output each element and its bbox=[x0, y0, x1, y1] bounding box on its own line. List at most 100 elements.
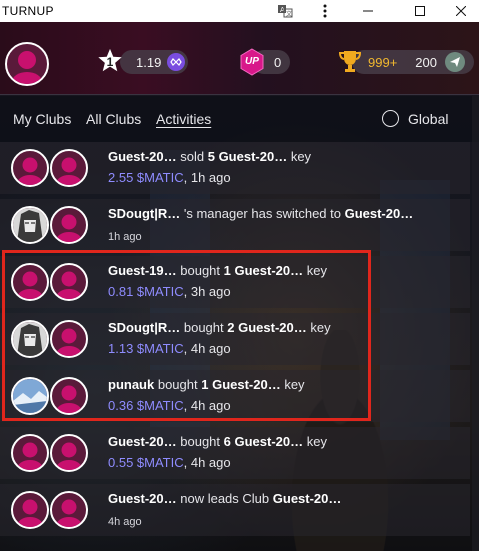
actor-avatar[interactable] bbox=[11, 263, 49, 301]
club-avatar[interactable] bbox=[50, 320, 88, 358]
minimize-icon[interactable] bbox=[345, 0, 391, 22]
actor-avatar[interactable] bbox=[11, 206, 49, 244]
activity-meta: 4h ago bbox=[108, 513, 142, 528]
activity-text: punauk bought 1 Guest-20… key bbox=[108, 377, 305, 392]
target-name[interactable]: Guest-20… bbox=[273, 491, 342, 506]
activity-price: 0.55 $MATIC bbox=[108, 455, 184, 470]
svg-text:文: 文 bbox=[286, 10, 292, 18]
tab-all-clubs[interactable]: All Clubs bbox=[86, 111, 141, 127]
kebab-menu-icon[interactable] bbox=[302, 0, 348, 22]
paper-plane-icon bbox=[445, 52, 465, 72]
activity-meta: 0.55 $MATIC, 4h ago bbox=[108, 455, 231, 470]
polygon-icon bbox=[167, 53, 186, 71]
activity-verb: sold bbox=[176, 149, 208, 164]
global-radio[interactable] bbox=[382, 110, 399, 127]
activity-meta: 2.55 $MATIC, 1h ago bbox=[108, 170, 231, 185]
coin-value: 200 bbox=[415, 54, 437, 70]
tabs-bar: My Clubs All Clubs Activities Global bbox=[0, 96, 479, 142]
activity-suffix: key bbox=[306, 320, 331, 335]
activity-time: , 4h ago bbox=[183, 398, 231, 413]
actor-avatar[interactable] bbox=[11, 320, 49, 358]
activity-suffix: key bbox=[280, 377, 305, 392]
target-name[interactable]: Guest-20… bbox=[345, 206, 414, 221]
level-star-icon: 1 bbox=[96, 47, 124, 75]
scrollbar[interactable] bbox=[472, 96, 479, 551]
activity-price: 0.81 $MATIC bbox=[108, 284, 184, 299]
activity-quantity: 6 bbox=[223, 434, 231, 449]
club-avatar[interactable] bbox=[50, 491, 88, 529]
activity-verb: bought bbox=[180, 320, 228, 335]
activity-price: 2.55 $MATIC bbox=[108, 170, 184, 185]
activity-text: Guest-19… bought 1 Guest-20… key bbox=[108, 263, 327, 278]
header-bar: 1.19 1 0 UP 999+ 200 bbox=[0, 22, 479, 95]
activity-suffix: key bbox=[287, 149, 312, 164]
activity-time: , 1h ago bbox=[183, 170, 231, 185]
activity-row[interactable]: Guest-19… bought 1 Guest-20… key 0.81 $MA… bbox=[0, 256, 470, 308]
activity-row[interactable]: Guest-20… now leads Club Guest-20… 4h ago bbox=[0, 484, 470, 536]
window-titlebar: TURNUP A文 bbox=[0, 0, 479, 22]
activity-row[interactable]: SDougt|R… bought 2 Guest-20… key 1.13 $MA… bbox=[0, 313, 470, 365]
actor-avatar[interactable] bbox=[11, 434, 49, 472]
activity-meta: 0.81 $MATIC, 3h ago bbox=[108, 284, 231, 299]
activity-price: 1.13 $MATIC bbox=[108, 341, 184, 356]
target-name[interactable]: Guest-20… bbox=[231, 263, 303, 278]
actor-name[interactable]: Guest-20… bbox=[108, 434, 177, 449]
activity-time: , 3h ago bbox=[183, 284, 231, 299]
matic-balance-pill[interactable]: 1.19 bbox=[120, 50, 188, 74]
maximize-icon[interactable] bbox=[397, 0, 443, 22]
actor-name[interactable]: punauk bbox=[108, 377, 154, 392]
up-badge-text: UP bbox=[245, 56, 259, 67]
actor-avatar[interactable] bbox=[11, 149, 49, 187]
activity-meta: 0.36 $MATIC, 4h ago bbox=[108, 398, 231, 413]
activity-quantity: 5 bbox=[207, 149, 215, 164]
activity-time: , 4h ago bbox=[183, 341, 231, 356]
target-name[interactable]: Guest-20… bbox=[208, 377, 281, 392]
profile-avatar[interactable] bbox=[5, 42, 49, 86]
activity-row[interactable]: Guest-20… sold 5 Guest-20… key 2.55 $MATI… bbox=[0, 142, 470, 194]
activity-row[interactable]: Guest-20… bought 6 Guest-20… key 0.55 $MA… bbox=[0, 427, 470, 479]
global-label: Global bbox=[408, 111, 449, 127]
actor-name[interactable]: Guest-20… bbox=[108, 491, 177, 506]
close-icon[interactable] bbox=[438, 0, 479, 22]
matic-balance: 1.19 bbox=[136, 54, 162, 70]
club-avatar[interactable] bbox=[50, 377, 88, 415]
actor-name[interactable]: SDougt|R… bbox=[108, 206, 180, 221]
club-avatar[interactable] bbox=[50, 149, 88, 187]
activity-suffix: key bbox=[303, 434, 327, 449]
activity-text: SDougt|R… bought 2 Guest-20… key bbox=[108, 320, 331, 335]
club-avatar[interactable] bbox=[50, 206, 88, 244]
activity-verb: bought bbox=[176, 434, 224, 449]
up-value: 0 bbox=[274, 54, 282, 70]
activity-quantity: 1 bbox=[223, 263, 231, 278]
activity-text: Guest-20… now leads Club Guest-20… bbox=[108, 491, 341, 506]
activity-row[interactable]: SDougt|R… 's manager has switched to Gue… bbox=[0, 199, 470, 251]
activity-meta: 1.13 $MATIC, 4h ago bbox=[108, 341, 231, 356]
activity-verb: 's manager has switched to bbox=[180, 206, 345, 221]
actor-name[interactable]: Guest-19… bbox=[108, 263, 177, 278]
tab-my-clubs[interactable]: My Clubs bbox=[13, 111, 71, 127]
target-name[interactable]: Guest-20… bbox=[234, 320, 307, 335]
activity-price: 0.36 $MATIC bbox=[108, 398, 184, 413]
window-title: TURNUP bbox=[2, 4, 54, 18]
trophy-points: 999+ bbox=[368, 54, 398, 70]
target-name[interactable]: Guest-20… bbox=[215, 149, 288, 164]
actor-name[interactable]: Guest-20… bbox=[108, 149, 177, 164]
activity-row[interactable]: punauk bought 1 Guest-20… key 0.36 $MATIC… bbox=[0, 370, 470, 422]
actor-avatar[interactable] bbox=[11, 377, 49, 415]
activity-suffix: key bbox=[303, 263, 327, 278]
target-name[interactable]: Guest-20… bbox=[231, 434, 303, 449]
trophy-icon bbox=[336, 47, 364, 75]
activity-text: SDougt|R… 's manager has switched to Gue… bbox=[108, 206, 413, 221]
activity-text: Guest-20… sold 5 Guest-20… key bbox=[108, 149, 311, 164]
activity-verb: bought bbox=[176, 263, 224, 278]
actor-name[interactable]: SDougt|R… bbox=[108, 320, 180, 335]
actor-avatar[interactable] bbox=[11, 491, 49, 529]
activity-time: , 4h ago bbox=[183, 455, 231, 470]
tab-activities[interactable]: Activities bbox=[156, 111, 211, 127]
activity-meta: 1h ago bbox=[108, 228, 142, 243]
activity-time: 4h ago bbox=[108, 516, 142, 528]
club-avatar[interactable] bbox=[50, 434, 88, 472]
club-avatar[interactable] bbox=[50, 263, 88, 301]
level-value: 1 bbox=[106, 55, 114, 69]
points-pill[interactable]: 999+ 200 bbox=[352, 50, 474, 74]
